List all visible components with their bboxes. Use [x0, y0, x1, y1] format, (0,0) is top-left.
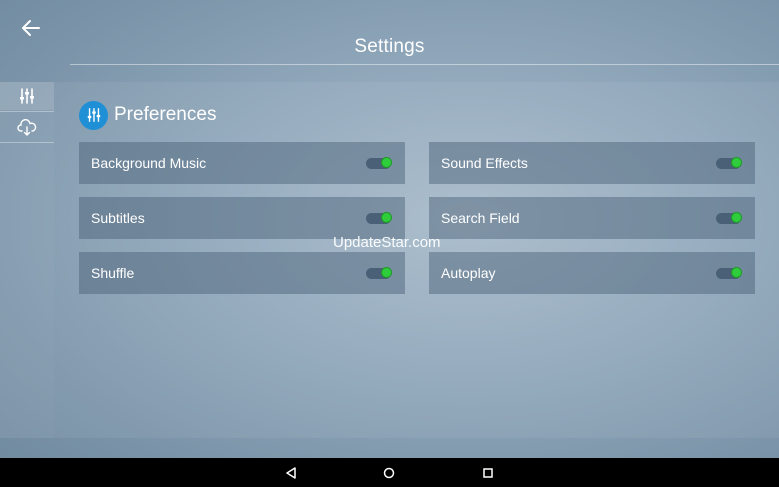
nav-back-icon [286, 467, 296, 479]
sidebar-divider [0, 111, 54, 112]
setting-label: Background Music [91, 155, 207, 171]
setting-autoplay[interactable]: Autoplay [429, 252, 755, 294]
setting-label: Autoplay [441, 265, 496, 281]
sidebar-item-cloud[interactable] [0, 114, 54, 142]
sliders-icon [87, 108, 100, 122]
setting-subtitles[interactable]: Subtitles [79, 197, 405, 239]
toggle-knob [381, 156, 392, 168]
setting-label: Shuffle [91, 265, 135, 281]
section-title: Preferences [114, 104, 217, 125]
toggle-switch[interactable] [716, 156, 742, 169]
setting-sound-effects[interactable]: Sound Effects [429, 142, 755, 184]
setting-shuffle[interactable]: Shuffle [79, 252, 405, 294]
setting-search-field[interactable]: Search Field [429, 197, 755, 239]
toggle-knob [381, 266, 392, 278]
header: Settings [0, 0, 779, 70]
sidebar-item-preferences[interactable] [0, 82, 54, 110]
nav-back-button[interactable] [283, 465, 299, 481]
toggle-knob [381, 211, 392, 223]
toggle-knob [731, 211, 742, 223]
setting-background-music[interactable]: Background Music [79, 142, 405, 184]
section-icon-badge [79, 100, 108, 130]
system-navbar [0, 458, 779, 487]
toggle-switch[interactable] [716, 266, 742, 279]
cloud-download-icon [17, 119, 37, 136]
section-header: Preferences [79, 100, 216, 130]
header-divider [70, 64, 779, 65]
nav-recents-button[interactable] [480, 465, 496, 481]
page-title: Settings [354, 36, 425, 57]
sliders-icon [20, 88, 34, 104]
toggle-switch[interactable] [366, 211, 392, 224]
setting-label: Search Field [441, 210, 520, 226]
setting-label: Subtitles [91, 210, 145, 226]
nav-home-button[interactable] [381, 465, 397, 481]
setting-label: Sound Effects [441, 155, 528, 171]
nav-recents-icon [483, 468, 493, 478]
toggle-switch[interactable] [366, 266, 392, 279]
nav-home-icon [383, 467, 395, 479]
toggle-switch[interactable] [716, 211, 742, 224]
toggle-knob [731, 266, 742, 278]
watermark-text: UpdateStar.com [333, 234, 441, 251]
sidebar-divider [0, 142, 54, 143]
toggle-switch[interactable] [366, 156, 392, 169]
sidebar [0, 82, 54, 438]
toggle-knob [731, 156, 742, 168]
